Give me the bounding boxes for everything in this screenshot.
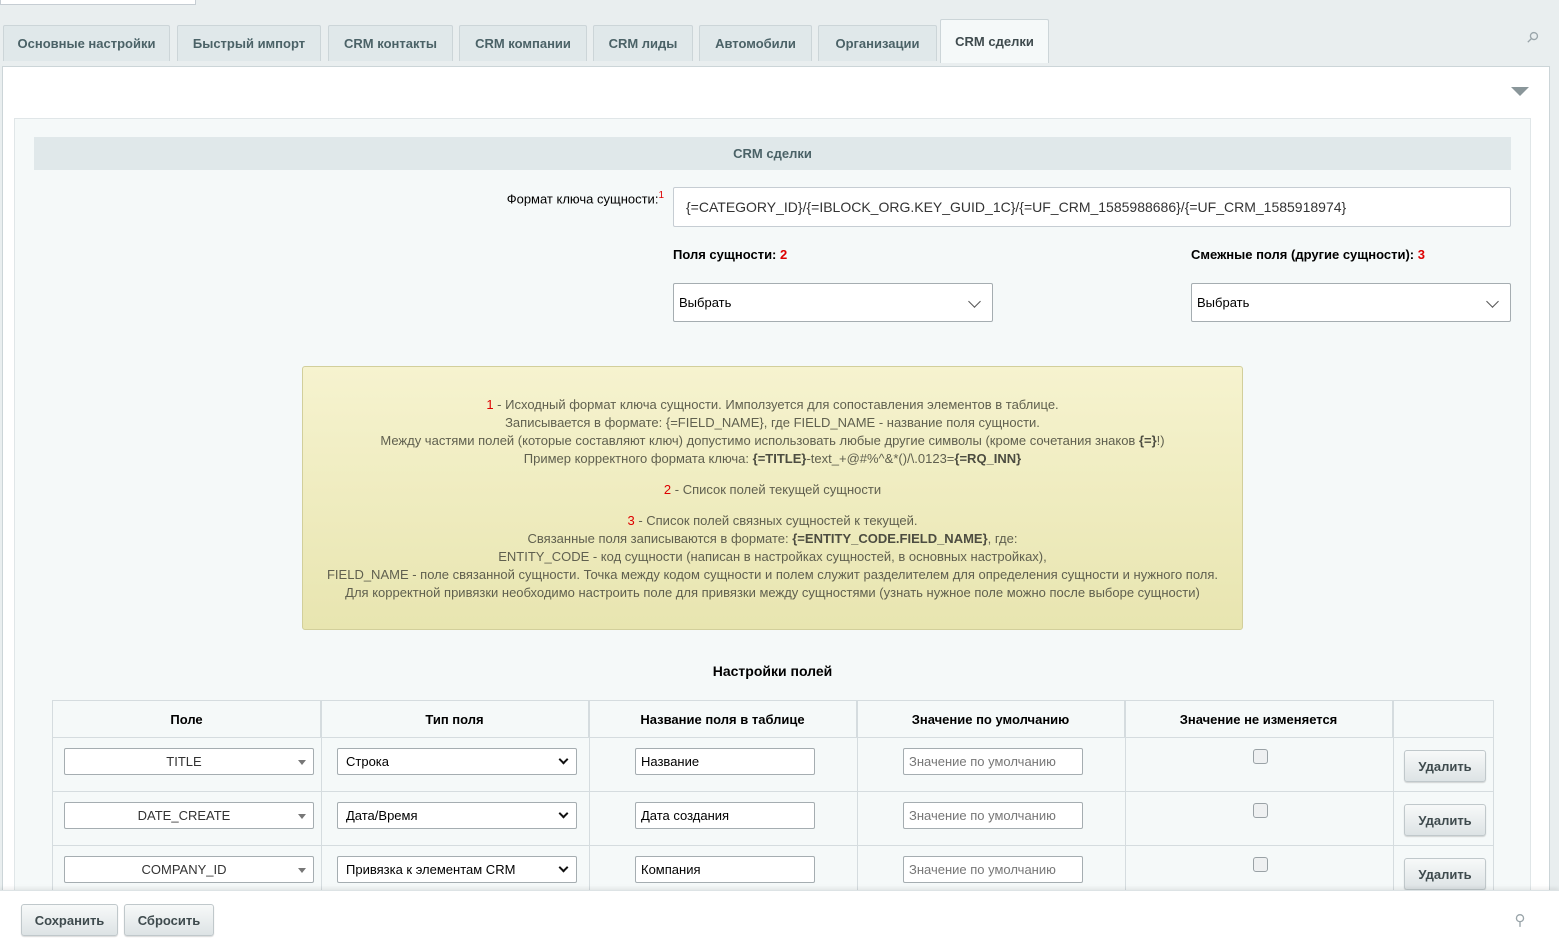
field-select[interactable]: COMPANY_ID: [64, 856, 314, 883]
tab-crm-leads[interactable]: CRM лиды: [593, 25, 693, 61]
column-divider: [857, 701, 858, 891]
delete-button[interactable]: Удалить: [1404, 750, 1486, 782]
top-search-box[interactable]: [0, 0, 196, 5]
chevron-down-icon: [1486, 295, 1499, 308]
type-select[interactable]: Дата/Время: [337, 802, 577, 829]
related-fields-select[interactable]: Выбрать: [1191, 283, 1511, 322]
field-select[interactable]: TITLE: [64, 748, 314, 775]
key-format-label: Формат ключа сущности:1: [506, 190, 664, 207]
chevron-down-icon: [558, 808, 569, 819]
table-row: TITLE Строка Название Значение по умолча…: [53, 737, 1493, 791]
column-divider: [1393, 701, 1394, 891]
fields-table: Поле Тип поля Название поля в таблице Зн…: [52, 700, 1494, 899]
section-title: CRM сделки: [34, 137, 1511, 170]
field-settings-title: Настройки полей: [712, 663, 833, 679]
tab-quick-import[interactable]: Быстрый импорт: [177, 25, 321, 61]
delete-button[interactable]: Удалить: [1404, 804, 1486, 836]
col-header-field: Поле: [53, 701, 321, 737]
column-name-input[interactable]: Дата создания: [635, 802, 815, 829]
triangle-down-icon: [298, 868, 306, 873]
tab-main-settings[interactable]: Основные настройки: [3, 25, 170, 61]
footer-bar: [0, 890, 1559, 946]
fixed-value-checkbox[interactable]: [1253, 803, 1268, 818]
col-header-fixed: Значение не изменяется: [1125, 701, 1393, 737]
column-divider: [589, 701, 590, 891]
triangle-down-icon: [298, 760, 306, 765]
pin-icon[interactable]: ⚲: [1511, 912, 1529, 930]
pin-icon[interactable]: ⚲: [1519, 25, 1544, 50]
triangle-down-icon: [298, 814, 306, 819]
chevron-down-icon: [558, 862, 569, 873]
help-note: 1 - Исходный формат ключа сущности. Импо…: [302, 366, 1243, 630]
related-fields-label: Смежные поля (другие сущности): 3: [1191, 247, 1425, 262]
column-name-input[interactable]: Компания: [635, 856, 815, 883]
default-value-input[interactable]: Значение по умолчанию: [903, 802, 1083, 829]
reset-button[interactable]: Сбросить: [124, 904, 214, 936]
column-divider: [1125, 701, 1126, 891]
column-divider: [321, 701, 322, 891]
tab-organizations[interactable]: Организации: [818, 25, 937, 61]
default-value-input[interactable]: Значение по умолчанию: [903, 748, 1083, 775]
col-header-default: Значение по умолчанию: [857, 701, 1125, 737]
tab-cars[interactable]: Автомобили: [699, 25, 812, 61]
col-header-actions: [1393, 701, 1493, 737]
default-value-input[interactable]: Значение по умолчанию: [903, 856, 1083, 883]
key-format-input[interactable]: {=CATEGORY_ID}/{=IBLOCK_ORG.KEY_GUID_1C}…: [673, 187, 1511, 227]
chevron-down-icon: [558, 754, 569, 765]
fixed-value-checkbox[interactable]: [1253, 857, 1268, 872]
tab-crm-companies[interactable]: CRM компании: [459, 25, 587, 61]
entity-fields-label: Поля сущности: 2: [673, 247, 788, 262]
type-select[interactable]: Строка: [337, 748, 577, 775]
col-header-type: Тип поля: [321, 701, 589, 737]
table-row: DATE_CREATE Дата/Время Дата создания Зна…: [53, 791, 1493, 845]
field-select[interactable]: DATE_CREATE: [64, 802, 314, 829]
tab-crm-contacts[interactable]: CRM контакты: [328, 25, 453, 61]
col-header-name: Название поля в таблице: [589, 701, 857, 737]
entity-fields-select[interactable]: Выбрать: [673, 283, 993, 322]
tab-crm-deals[interactable]: CRM сделки: [940, 19, 1049, 63]
type-select[interactable]: Привязка к элементам CRM: [337, 856, 577, 883]
key-format-marker: 1: [658, 190, 664, 201]
collapse-icon[interactable]: [1511, 87, 1529, 96]
delete-button[interactable]: Удалить: [1404, 858, 1486, 890]
column-name-input[interactable]: Название: [635, 748, 815, 775]
save-button[interactable]: Сохранить: [21, 904, 118, 936]
chevron-down-icon: [968, 295, 981, 308]
fixed-value-checkbox[interactable]: [1253, 749, 1268, 764]
